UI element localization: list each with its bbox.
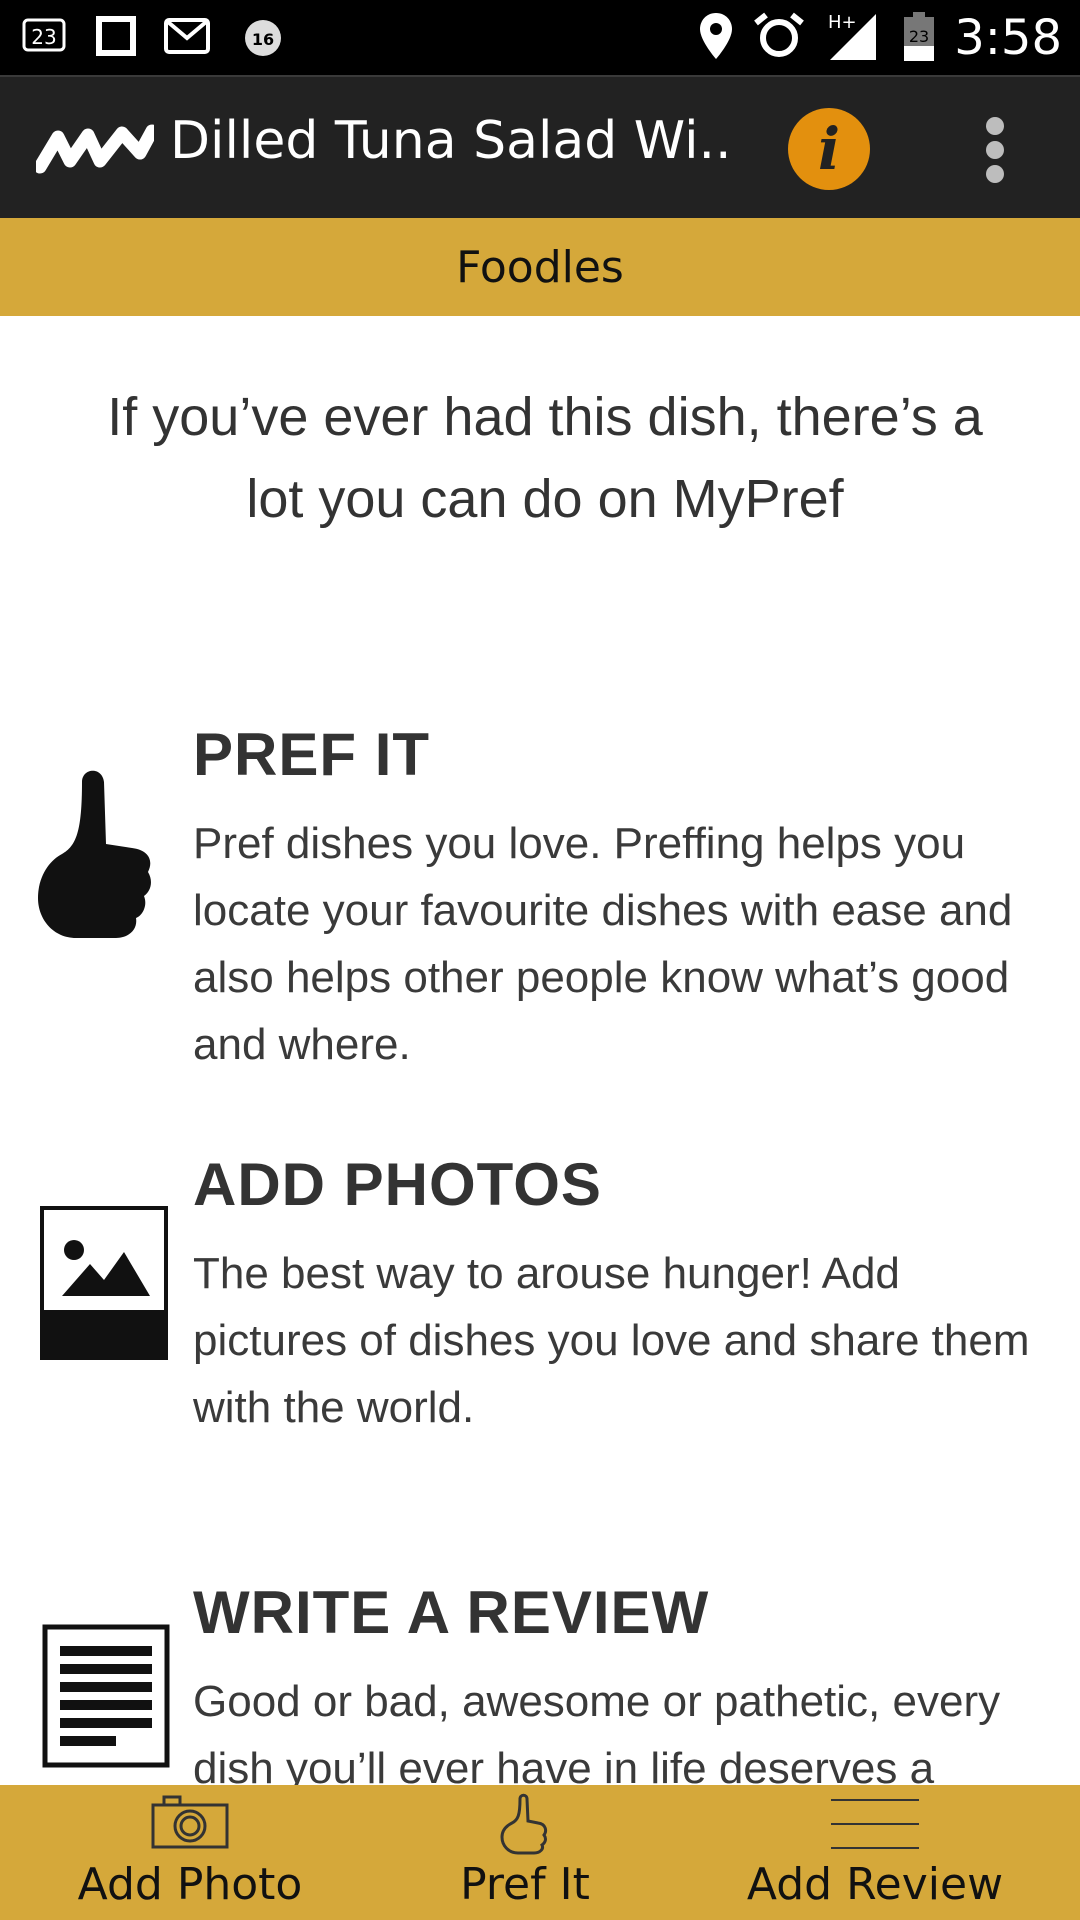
review-document-icon [42, 1624, 170, 1772]
feature-title: WRITE A REVIEW [193, 1579, 710, 1646]
add-photo-button[interactable]: Add Photo [40, 1785, 340, 1920]
feature-title: ADD PHOTOS [193, 1151, 602, 1218]
thumbs-up-icon [36, 760, 156, 950]
thumbs-up-outline-icon [500, 1793, 550, 1859]
info-button[interactable]: i [788, 108, 870, 190]
status-bar-right: H+ 23 3:58 [698, 8, 1062, 68]
feature-pref-it: PREF IT Pref dishes you love. Preffing h… [0, 700, 1080, 1069]
app-root: 23 16 H+ 23 3:58 Dilled Tuna Salad Wi...… [0, 0, 1080, 1920]
page-title: Dilled Tuna Salad Wi... [170, 111, 730, 171]
location-icon [698, 11, 734, 65]
battery-icon: 23 [902, 10, 936, 66]
feature-description: Pref dishes you love. Preffing helps you… [193, 819, 1013, 1069]
alarm-badge-icon: 16 [238, 14, 288, 62]
info-icon: i [817, 115, 841, 183]
network-type-label: H+ [828, 12, 857, 33]
category-banner: Foodles [0, 218, 1080, 316]
notification-count-icon: 23 [22, 16, 68, 60]
feature-add-photos: ADD PHOTOS The best way to arouse hunger… [0, 1130, 1080, 1460]
status-bar: 23 16 H+ 23 3:58 [0, 0, 1080, 75]
square-notification-icon [96, 16, 136, 60]
overflow-menu-icon[interactable] [980, 117, 1010, 183]
pref-it-button[interactable]: Pref It [390, 1785, 660, 1920]
status-bar-left: 23 16 [22, 12, 288, 64]
app-logo[interactable] [33, 123, 159, 181]
category-label: Foodles [456, 241, 624, 293]
camera-icon [150, 1793, 230, 1855]
alarm-badge-count: 16 [252, 30, 274, 49]
battery-level-label: 23 [909, 27, 929, 46]
lines-icon [829, 1793, 921, 1859]
clock-time: 3:58 [954, 10, 1062, 66]
feature-title: PREF IT [193, 721, 431, 788]
photo-icon [40, 1206, 168, 1364]
add-photo-label: Add Photo [77, 1859, 303, 1910]
add-review-label: Add Review [746, 1859, 1004, 1910]
signal-icon: H+ [824, 10, 884, 66]
feature-description: The best way to arouse hunger! Add pictu… [193, 1249, 1030, 1432]
action-bar: Dilled Tuna Salad Wi... i [0, 75, 1080, 220]
gmail-icon [164, 18, 210, 58]
bottom-nav: Add Photo Pref It Add Review [0, 1785, 1080, 1920]
feature-write-review: WRITE A REVIEW Good or bad, awesome or p… [0, 1558, 1080, 1860]
alarm-clock-icon [752, 11, 806, 65]
add-review-button[interactable]: Add Review [720, 1785, 1030, 1920]
pref-it-label: Pref It [460, 1859, 590, 1910]
notification-badge: 23 [31, 25, 56, 49]
intro-text: If you’ve ever had this dish, there’s a … [107, 387, 983, 529]
